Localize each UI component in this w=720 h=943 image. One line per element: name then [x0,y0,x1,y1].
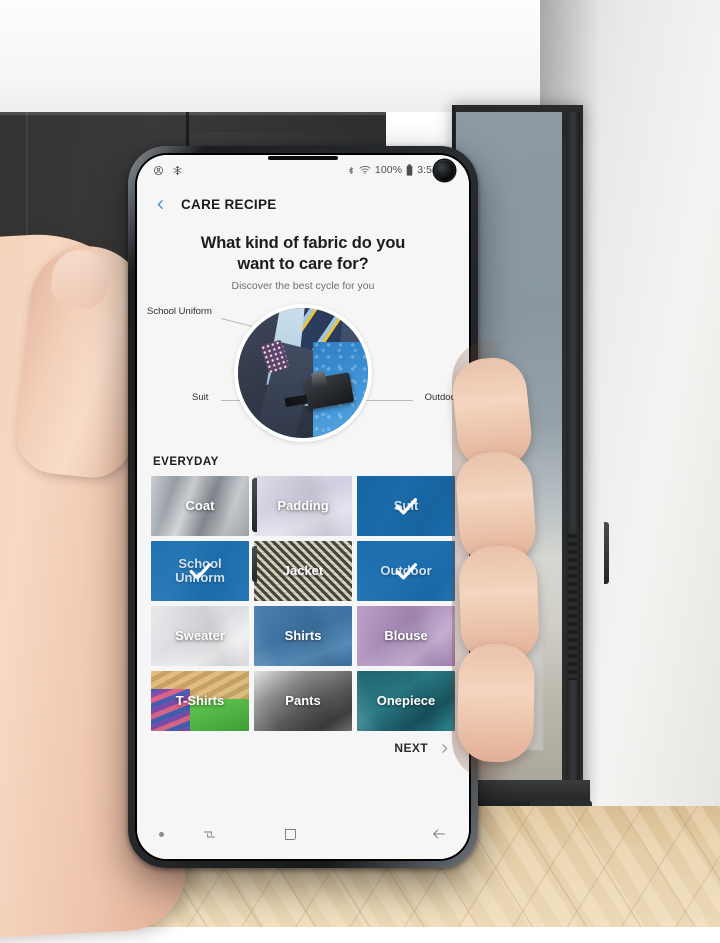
mirrored-cabinet-side-bar [566,112,580,802]
tile-label: Shirts [284,628,322,644]
fabric-tile-sweater[interactable]: Sweater [151,606,249,667]
fabric-tile-jacket[interactable]: Jacket [254,541,352,602]
fabric-tile-padding[interactable]: Padding [254,476,352,537]
section-title-everyday: EVERYDAY [153,456,219,469]
chevron-right-icon[interactable] [438,742,451,755]
bluetooth-icon [347,165,355,176]
phone-screen: 100% 3:54 PM [137,155,469,859]
next-row: NEXT [137,731,469,755]
page-title: CARE RECIPE [181,196,277,212]
fabric-tile-suit[interactable]: Suit [357,476,455,537]
earpiece-speaker [268,156,338,160]
app-bar: CARE RECIPE [137,185,469,223]
volume-up-button[interactable] [252,478,257,532]
fabric-tile-grid: Coat Padding Suit School Uniform Jacket Outdo… [137,476,469,732]
fabric-tile-pants[interactable]: Pants [254,671,352,732]
home-square-icon[interactable] [283,827,298,842]
power-button[interactable] [604,522,609,584]
headline-line-2: want to care for? [237,254,369,273]
check-icon [395,498,417,515]
tile-label: Blouse [384,628,428,644]
check-icon [395,563,417,580]
tile-label: Onepiece [376,693,436,709]
fabric-tile-outdoor[interactable]: Outdoor [357,541,455,602]
fabric-collage-circle [234,304,372,443]
tile-label: Sweater [175,628,225,644]
subheadline: Discover the best cycle for you [231,280,375,293]
snowflake-icon [172,165,183,176]
volume-down-button[interactable] [252,546,257,582]
arrow-left-icon[interactable] [431,826,447,842]
fabric-tile-coat[interactable]: Coat [151,476,249,537]
recents-icon[interactable] [202,827,217,842]
headline: What kind of fabric do you want to care … [137,223,469,274]
dark-cabinet-top-edge [0,110,386,115]
hero-area: School Uniform Suit Outdoor [137,300,469,452]
status-dot [159,831,164,837]
fabric-tile-onepiece[interactable]: Onepiece [357,671,455,732]
phone-bezel: 100% 3:54 PM [135,153,471,861]
next-button[interactable]: NEXT [394,741,428,755]
wifi-icon [359,165,371,175]
callout-suit: Suit [192,392,209,404]
fabric-tile-shirts[interactable]: Shirts [254,606,352,667]
status-bar-left [153,165,183,176]
android-nav-bar [137,815,469,859]
tile-label: Pants [285,693,321,709]
battery-percent-label: 100% [374,164,403,176]
callout-school-uniform: School Uniform [147,306,212,318]
tile-label: T-Shirts [175,693,225,709]
hand-finger-pinky [456,643,536,763]
tile-label: Coat [185,498,215,514]
tile-label: Jacket [282,563,324,579]
battery-full-icon [406,164,413,176]
account-icon [153,165,164,176]
mirrored-cabinet-vent [568,530,577,680]
fabric-tile-blouse[interactable]: Blouse [357,606,455,667]
tile-label: Padding [277,498,329,514]
headline-line-1: What kind of fabric do you [200,234,406,252]
back-button[interactable] [151,195,169,213]
fabric-tile-t-shirts[interactable]: T-Shirts [151,671,249,732]
content-area: What kind of fabric do you want to care … [137,223,469,815]
hero-buckle-detail [310,370,328,390]
check-icon [189,563,211,580]
punch-hole-camera [434,160,455,181]
fabric-tile-school-uniform[interactable]: School Uniform [151,541,249,602]
phone-device: 100% 3:54 PM [128,146,609,868]
